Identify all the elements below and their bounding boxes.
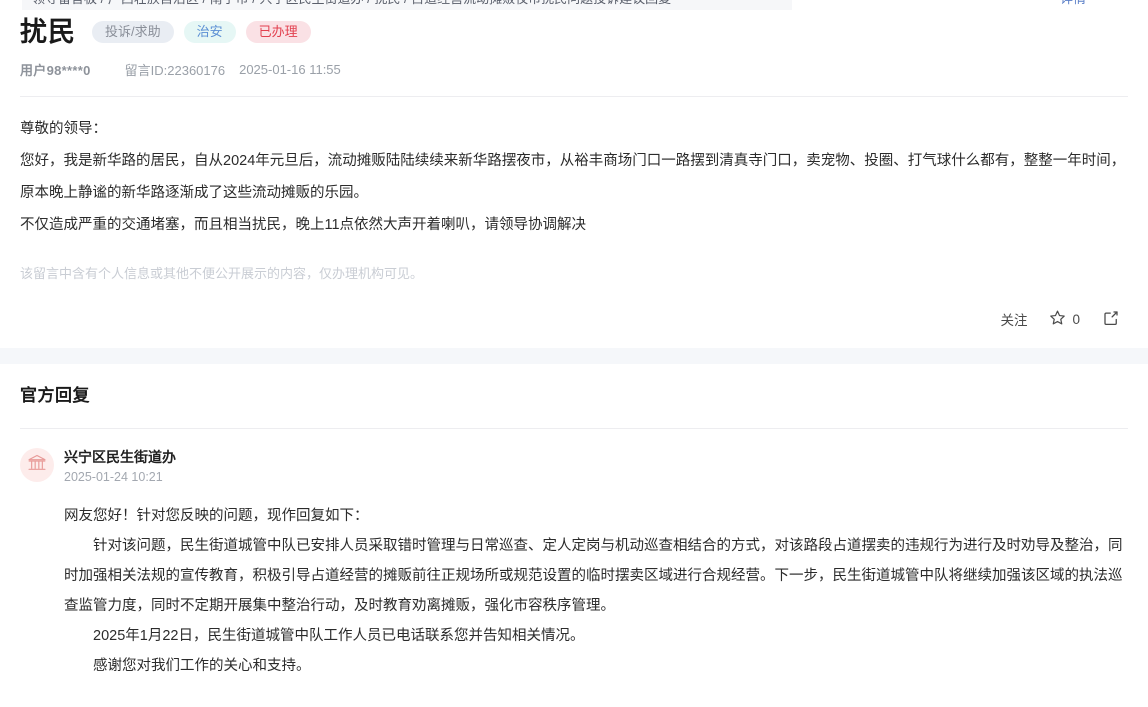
post-paragraph-closing: 不仅造成严重的交通堵塞，而且相当扰民，晚上11点依然大声开着喇叭，请领导协调解决: [20, 217, 587, 233]
section-separator-band: [0, 348, 1148, 364]
breadcrumb-detail-link[interactable]: 详情: [1060, 0, 1100, 10]
reply-timestamp: 2025-01-24 10:21: [64, 470, 163, 484]
reply-section-heading: 官方回复: [20, 386, 90, 405]
reply-paragraph-measures: 针对该问题，民生街道城管中队已安排人员采取错时管理与日常巡查、定人定岗与机动巡查…: [64, 538, 1123, 614]
follow-button-label: 关注: [1000, 313, 1028, 328]
official-reply-section: 官方回复 兴宁区民生街道办 2025-01-24 10:21 网友您好！针对您反: [0, 380, 1148, 681]
privacy-notice: 该留言中含有个人信息或其他不便公开展示的内容，仅办理机构可见。: [20, 266, 424, 281]
post-author: 用户98****0: [20, 62, 91, 78]
star-icon: [1049, 309, 1066, 329]
favorite-button[interactable]: 0: [1049, 309, 1080, 329]
post-title-row: 扰民 投诉/求助 治安 已办理: [20, 10, 1128, 54]
reply-paragraph-greeting: 网友您好！针对您反映的问题，现作回复如下：: [64, 508, 369, 524]
top-breadcrumb-strip: 领导留言板 / 广西壮族自治区 / 南宁市 / 兴宁区民生街道办 / 扰民 / …: [0, 0, 1148, 10]
replying-department: 兴宁区民生街道办 2025-01-24 10:21: [20, 429, 1128, 487]
message-id: 留言ID:22360176: [124, 62, 226, 78]
post-action-row: 关注 0: [20, 297, 1128, 341]
status-badge[interactable]: 已办理: [245, 21, 311, 43]
tag-category[interactable]: 投诉/求助: [92, 21, 174, 43]
favorite-count: 0: [1072, 311, 1080, 327]
reply-paragraph-thanks: 感谢您对我们工作的关心和支持。: [93, 658, 311, 674]
post-paragraph-salutation: 尊敬的领导：: [20, 121, 107, 137]
share-icon: [1102, 309, 1120, 330]
department-name[interactable]: 兴宁区民生街道办: [64, 447, 176, 467]
post-paragraph-main: 您好，我是新华路的居民，自从2024年元旦后，流动摊贩陆陆续续来新华路摆夜市，从…: [20, 153, 1126, 201]
post-section: 扰民 投诉/求助 治安 已办理 用户98****0 留言ID:22360176 …: [0, 10, 1148, 341]
page-title: 扰民: [20, 16, 76, 47]
avatar: [20, 448, 54, 482]
post-body: 尊敬的领导： 您好，我是新华路的居民，自从2024年元旦后，流动摊贩陆陆续续来新…: [20, 97, 1128, 241]
reply-body: 网友您好！针对您反映的问题，现作回复如下： 针对该问题，民生街道城管中队已安排人…: [20, 487, 1128, 681]
follow-button[interactable]: 关注: [1000, 309, 1027, 329]
government-building-icon: [27, 453, 47, 478]
post-meta: 用户98****0 留言ID:22360176 2025-01-16 11:55: [20, 54, 1128, 84]
reply-paragraph-contact: 2025年1月22日，民生街道城管中队工作人员已电话联系您并告知相关情况。: [93, 628, 585, 644]
share-button[interactable]: [1102, 309, 1120, 330]
breadcrumb[interactable]: 领导留言板 / 广西壮族自治区 / 南宁市 / 兴宁区民生街道办 / 扰民 / …: [22, 0, 792, 10]
tag-topic[interactable]: 治安: [183, 21, 236, 43]
department-meta: 兴宁区民生街道办 2025-01-24 10:21: [64, 447, 176, 487]
post-timestamp: 2025-01-16 11:55: [239, 61, 341, 77]
